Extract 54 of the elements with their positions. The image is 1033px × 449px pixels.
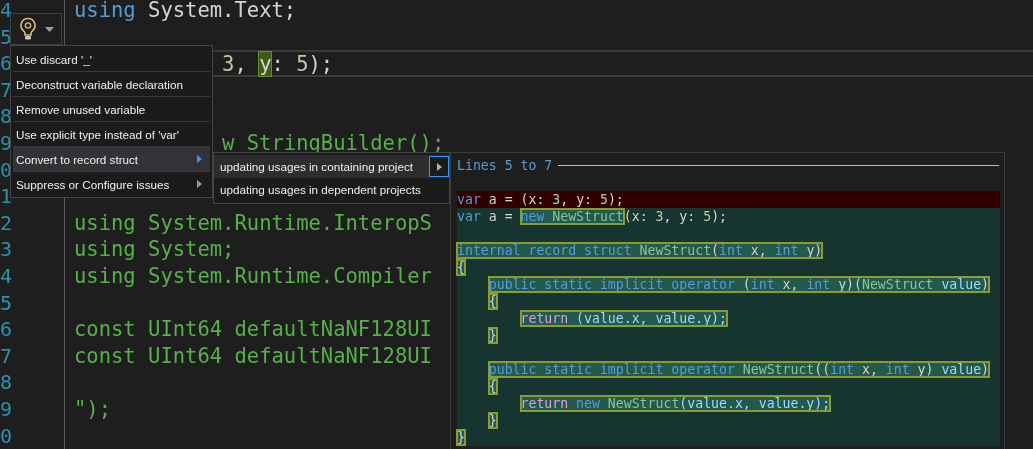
- code-text: var a =: [457, 209, 514, 224]
- line-number: 4: [0, 0, 13, 22]
- line-number: 9: [0, 130, 13, 155]
- line-number: 0: [0, 423, 13, 448]
- line-number: 9: [0, 396, 13, 421]
- changed-code: {: [488, 379, 497, 394]
- code-text: (x: 3, y: 5);: [623, 209, 728, 224]
- menu-item[interactable]: updating usages in containing project: [214, 155, 449, 178]
- menu-item[interactable]: Use discard '_': [13, 47, 210, 72]
- line-number: 4: [0, 263, 13, 288]
- menu-item[interactable]: Deconstruct variable declaration: [13, 72, 210, 97]
- submenu-arrow-icon: [197, 155, 202, 163]
- menu-item[interactable]: Remove unused variable: [13, 97, 210, 122]
- changed-code: }: [488, 328, 497, 343]
- line-number: 2: [0, 210, 13, 235]
- quick-actions-button[interactable]: [10, 13, 62, 45]
- preview-title: Lines 5 to 7: [457, 157, 553, 173]
- code-text: using System.Text;: [74, 0, 297, 22]
- line-number: 6: [0, 51, 13, 76]
- lightbulb-icon: [18, 17, 37, 41]
- code-text: using System;: [74, 237, 235, 262]
- line-number: 6: [0, 317, 13, 342]
- changed-code: {: [457, 260, 465, 275]
- changed-code: return (value.x, value.y);: [520, 311, 727, 326]
- symbol-highlight: y: [259, 52, 272, 77]
- code-text: const UInt64 defaultNaNF128UI: [74, 317, 432, 342]
- line-number: 8: [0, 104, 13, 129]
- changed-code: {: [488, 294, 497, 309]
- submenu-arrow-icon: [197, 180, 202, 188]
- line-number: 5: [0, 24, 13, 49]
- changed-code: }: [488, 413, 497, 428]
- changed-code: return new NewStruct(value.x, value.y);: [520, 396, 831, 411]
- code-text: 3,: [222, 52, 248, 77]
- line-number: 3: [0, 237, 13, 262]
- menu-item[interactable]: updating usages in dependent projects: [214, 178, 449, 201]
- menu-item[interactable]: Suppress or Configure issues: [13, 172, 210, 196]
- code-text: using System.Runtime.Compiler: [74, 263, 432, 288]
- line-number: 5: [0, 290, 13, 315]
- changed-code: }: [457, 430, 465, 445]
- line-number: 7: [0, 343, 13, 368]
- code-text: : 5);: [271, 52, 334, 77]
- code-text: w StringBuilder();: [222, 130, 445, 155]
- menu-item[interactable]: Convert to record struct: [13, 147, 210, 172]
- line-number: 8: [0, 370, 13, 395]
- expand-arrow-button[interactable]: [429, 156, 449, 177]
- line-number: 1: [0, 184, 13, 209]
- changed-code: new NewStruct: [520, 209, 624, 224]
- caret-icon: [44, 26, 54, 32]
- code-text: ");: [74, 396, 112, 421]
- line-number: 7: [0, 77, 13, 102]
- code-text: var a = (x: 3, y: 5);: [457, 192, 624, 207]
- submenu-arrow-icon: [436, 162, 442, 171]
- code-text: using System.Runtime.InteropS: [74, 210, 432, 235]
- code-text: const UInt64 defaultNaNF128UI: [74, 343, 432, 368]
